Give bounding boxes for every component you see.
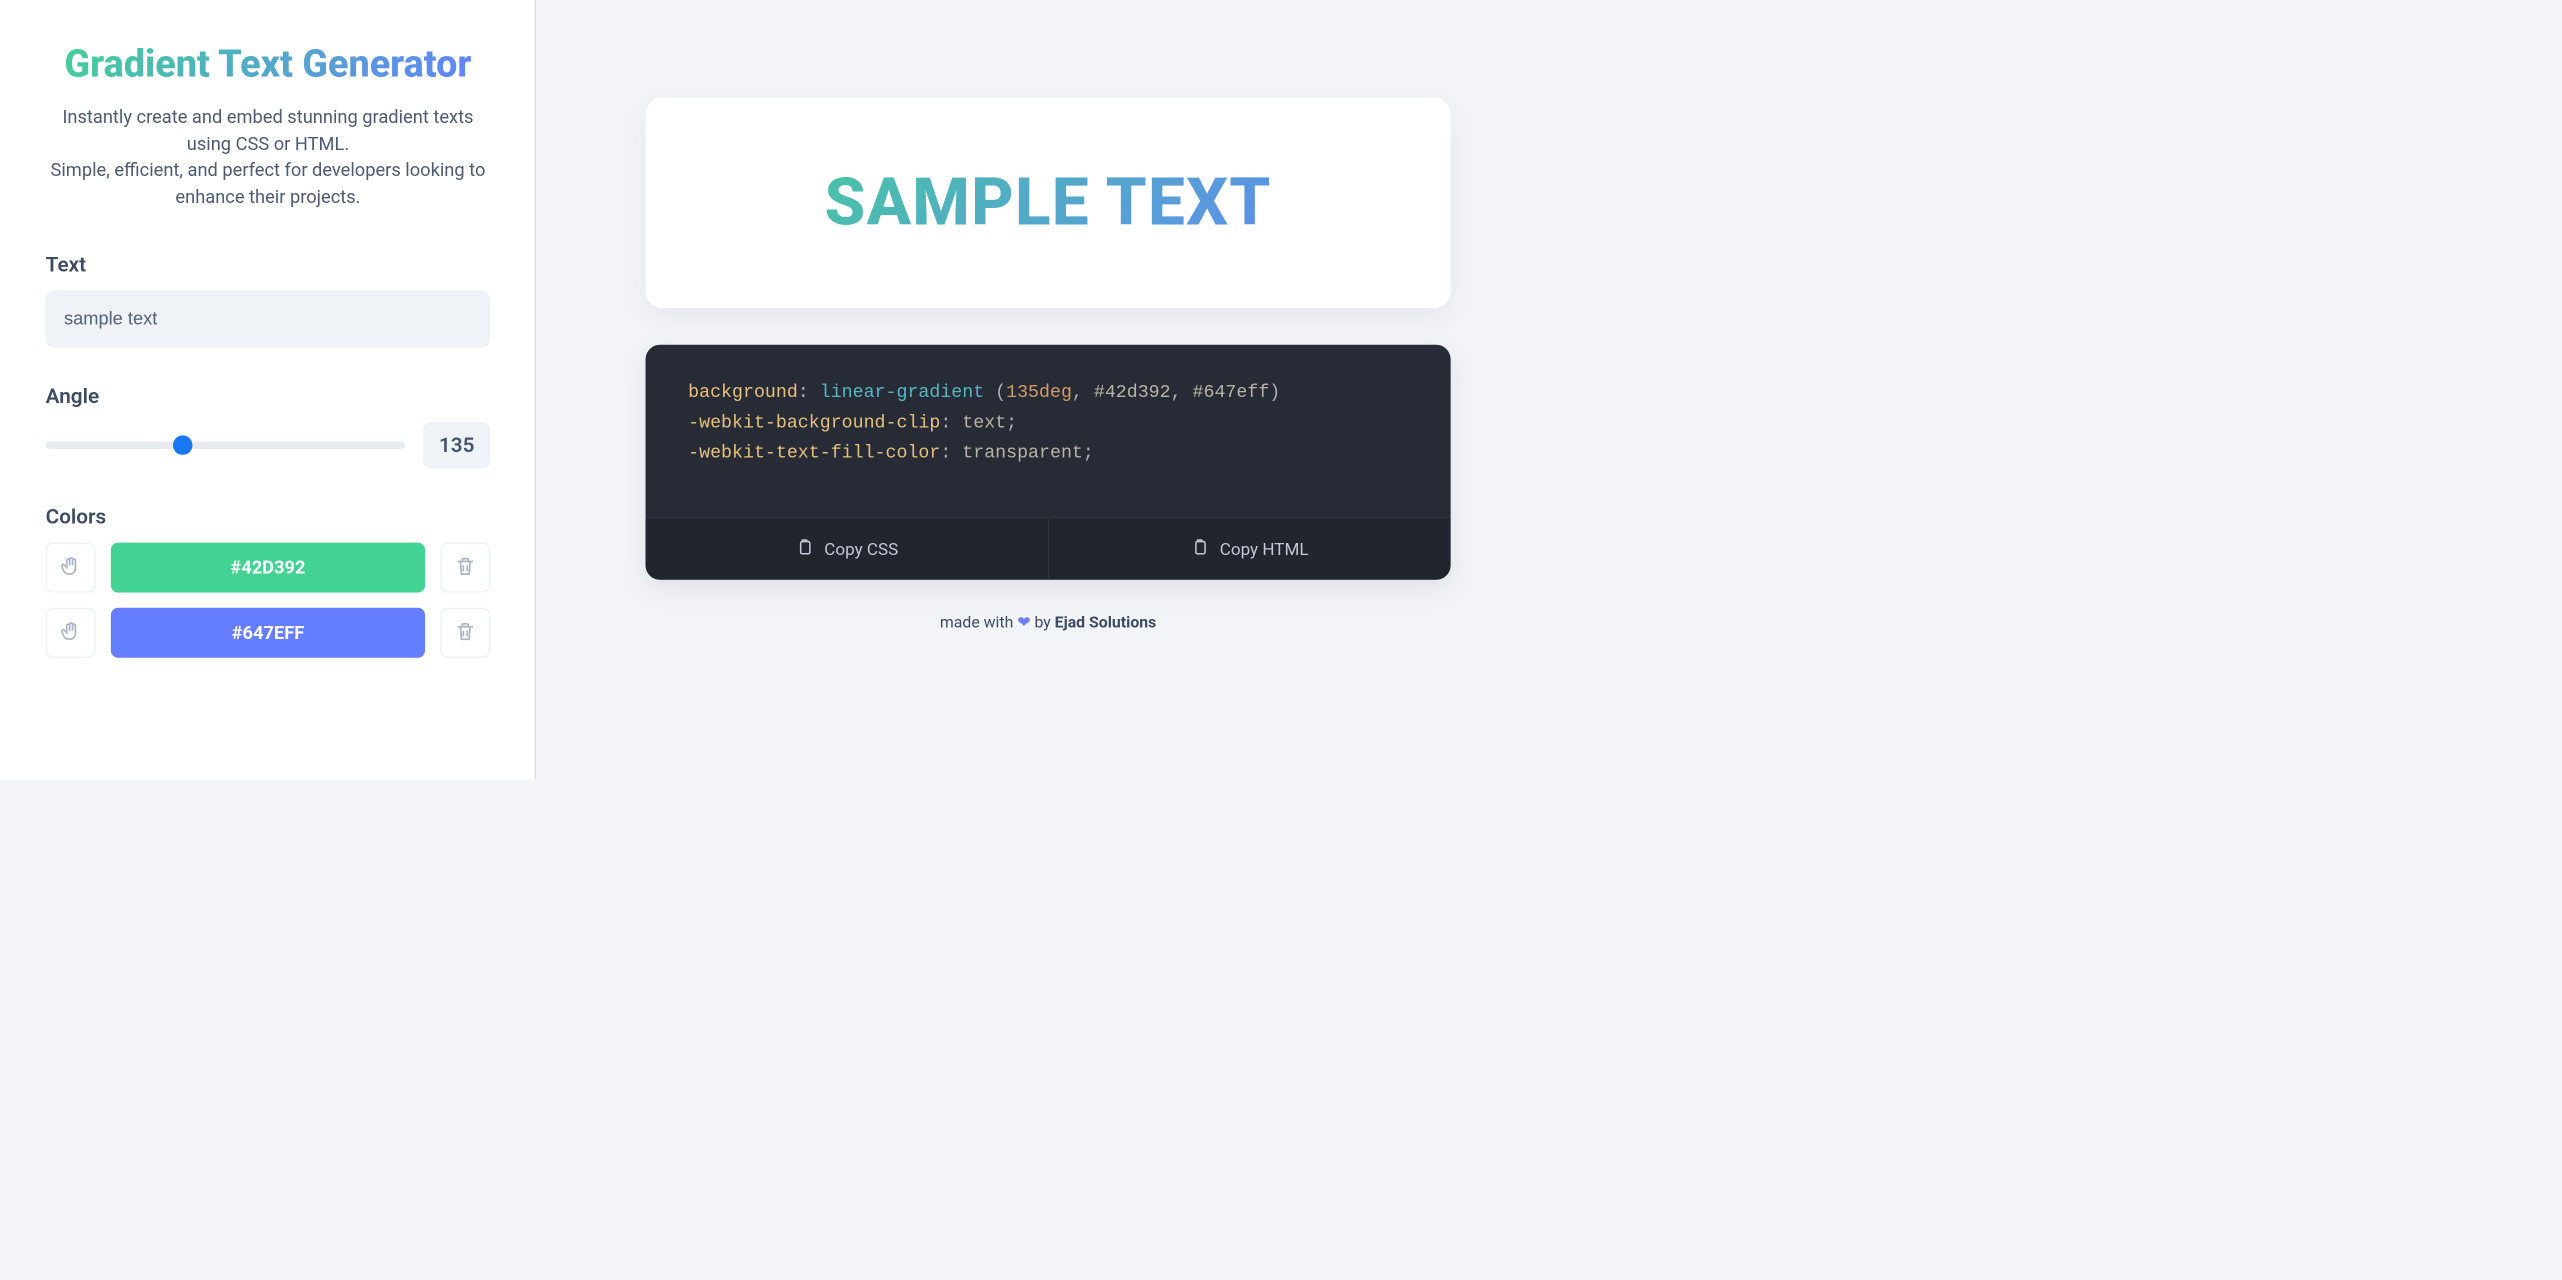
copy-html-button[interactable]: Copy HTML — [1048, 518, 1450, 580]
clipboard-icon — [795, 536, 813, 561]
hand-icon — [59, 555, 82, 581]
hand-icon — [59, 620, 82, 646]
trash-icon — [454, 620, 477, 646]
text-input[interactable] — [46, 291, 491, 348]
copy-css-button[interactable]: Copy CSS — [646, 518, 1049, 580]
page-title: Gradient Text Generator — [46, 43, 491, 86]
preview-text: SAMPLE TEXT — [664, 164, 1433, 241]
angle-label: Angle — [46, 384, 491, 408]
text-label: Text — [46, 253, 491, 277]
colors-label: Colors — [46, 505, 491, 529]
code-actions: Copy CSS Copy HTML — [646, 517, 1451, 579]
color-swatch-0[interactable]: #42D392 — [111, 543, 425, 593]
angle-value: 135 — [423, 422, 490, 468]
color-swatch-1[interactable]: #647EFF — [111, 608, 425, 658]
code-card: background: linear-gradient (135deg, #42… — [646, 345, 1451, 580]
clipboard-icon — [1191, 536, 1209, 561]
color-row-0: #42D392 — [46, 543, 491, 593]
color-hex-0: #42D392 — [230, 557, 305, 578]
output-panel: SAMPLE TEXT background: linear-gradient … — [536, 0, 1560, 780]
panel-divider — [535, 0, 536, 780]
drag-handle-0[interactable] — [46, 543, 96, 593]
code-body: background: linear-gradient (135deg, #42… — [646, 345, 1451, 518]
delete-color-0[interactable] — [440, 543, 490, 593]
color-hex-1: #647EFF — [232, 622, 305, 643]
copy-css-label: Copy CSS — [824, 539, 898, 559]
trash-icon — [454, 555, 477, 581]
delete-color-1[interactable] — [440, 608, 490, 658]
control-panel: Gradient Text Generator Instantly create… — [0, 0, 536, 780]
footer: made with ❤ by Ejad Solutions — [646, 613, 1451, 631]
copy-html-label: Copy HTML — [1220, 539, 1309, 559]
color-row-1: #647EFF — [46, 608, 491, 658]
angle-row: 135 — [46, 422, 491, 468]
brand-link[interactable]: Ejad Solutions — [1055, 613, 1157, 631]
preview-card: SAMPLE TEXT — [646, 97, 1451, 308]
angle-slider[interactable] — [46, 442, 405, 449]
drag-handle-1[interactable] — [46, 608, 96, 658]
page-subtitle: Instantly create and embed stunning grad… — [46, 104, 491, 210]
heart-icon: ❤ — [1017, 613, 1030, 631]
